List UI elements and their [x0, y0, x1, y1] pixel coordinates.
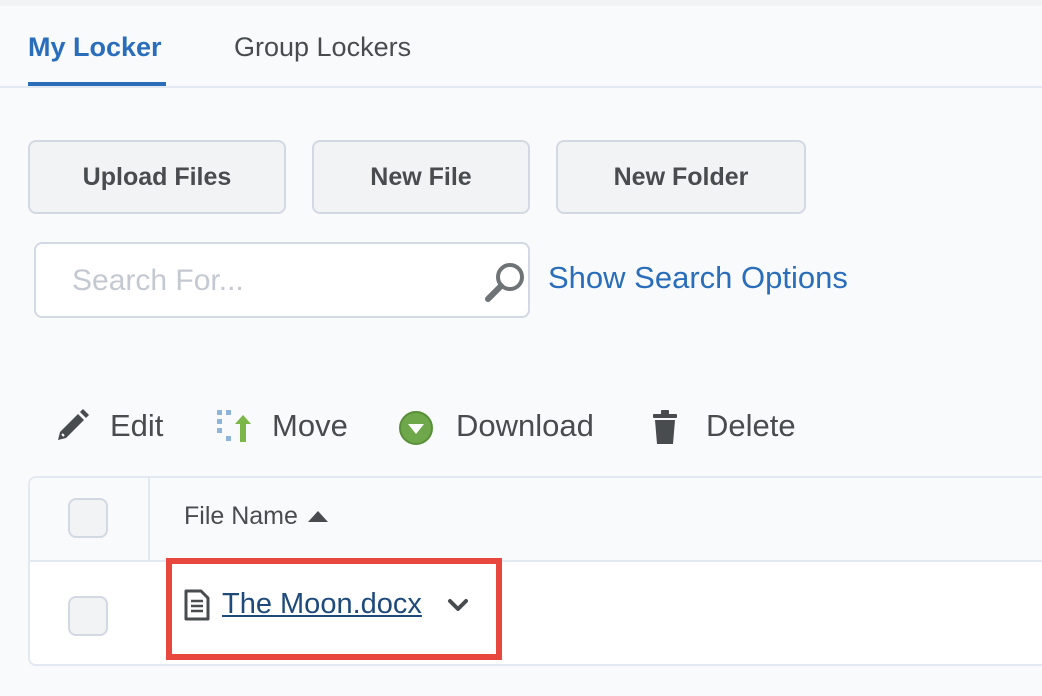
edit-label: Edit — [110, 408, 164, 443]
tab-group-lockers[interactable]: Group Lockers — [234, 32, 411, 63]
tab-my-locker[interactable]: My Locker — [28, 32, 162, 63]
table-row: The Moon.docx — [30, 562, 1042, 664]
download-icon — [399, 411, 433, 445]
search-input[interactable] — [70, 258, 454, 304]
file-link[interactable]: The Moon.docx — [222, 588, 422, 621]
new-folder-button[interactable]: New Folder — [556, 140, 806, 214]
file-name-column-header[interactable]: File Name — [184, 502, 328, 531]
move-icon — [217, 410, 251, 442]
move-label: Move — [272, 408, 348, 443]
upload-files-button[interactable]: Upload Files — [28, 140, 286, 214]
select-all-checkbox[interactable] — [68, 498, 108, 538]
document-icon — [184, 589, 210, 620]
pencil-icon — [58, 409, 89, 440]
move-action[interactable]: Move — [214, 404, 348, 448]
download-label: Download — [456, 408, 594, 443]
edit-action[interactable]: Edit — [52, 404, 163, 448]
show-search-options-link[interactable]: Show Search Options — [548, 260, 848, 296]
sort-ascending-icon — [307, 511, 328, 522]
chevron-down-icon[interactable] — [444, 591, 472, 619]
files-table: File Name The Moon.docx — [28, 476, 1042, 666]
file-cell: The Moon.docx — [184, 588, 472, 621]
search-box — [34, 242, 530, 318]
row-checkbox[interactable] — [68, 596, 108, 636]
active-tab-indicator — [28, 82, 166, 86]
delete-action[interactable]: Delete — [648, 404, 796, 448]
locker-tabs: My Locker Group Lockers — [0, 6, 1042, 88]
delete-label: Delete — [706, 408, 796, 443]
download-action[interactable]: Download — [398, 404, 594, 448]
table-header: File Name — [30, 478, 1042, 562]
file-name-header-label: File Name — [184, 502, 298, 530]
new-file-button[interactable]: New File — [312, 140, 530, 214]
search-icon[interactable] — [482, 260, 528, 306]
trash-icon — [653, 410, 677, 444]
column-divider — [148, 478, 150, 560]
my-locker-page: My Locker Group Lockers Upload Files New… — [0, 0, 1042, 696]
